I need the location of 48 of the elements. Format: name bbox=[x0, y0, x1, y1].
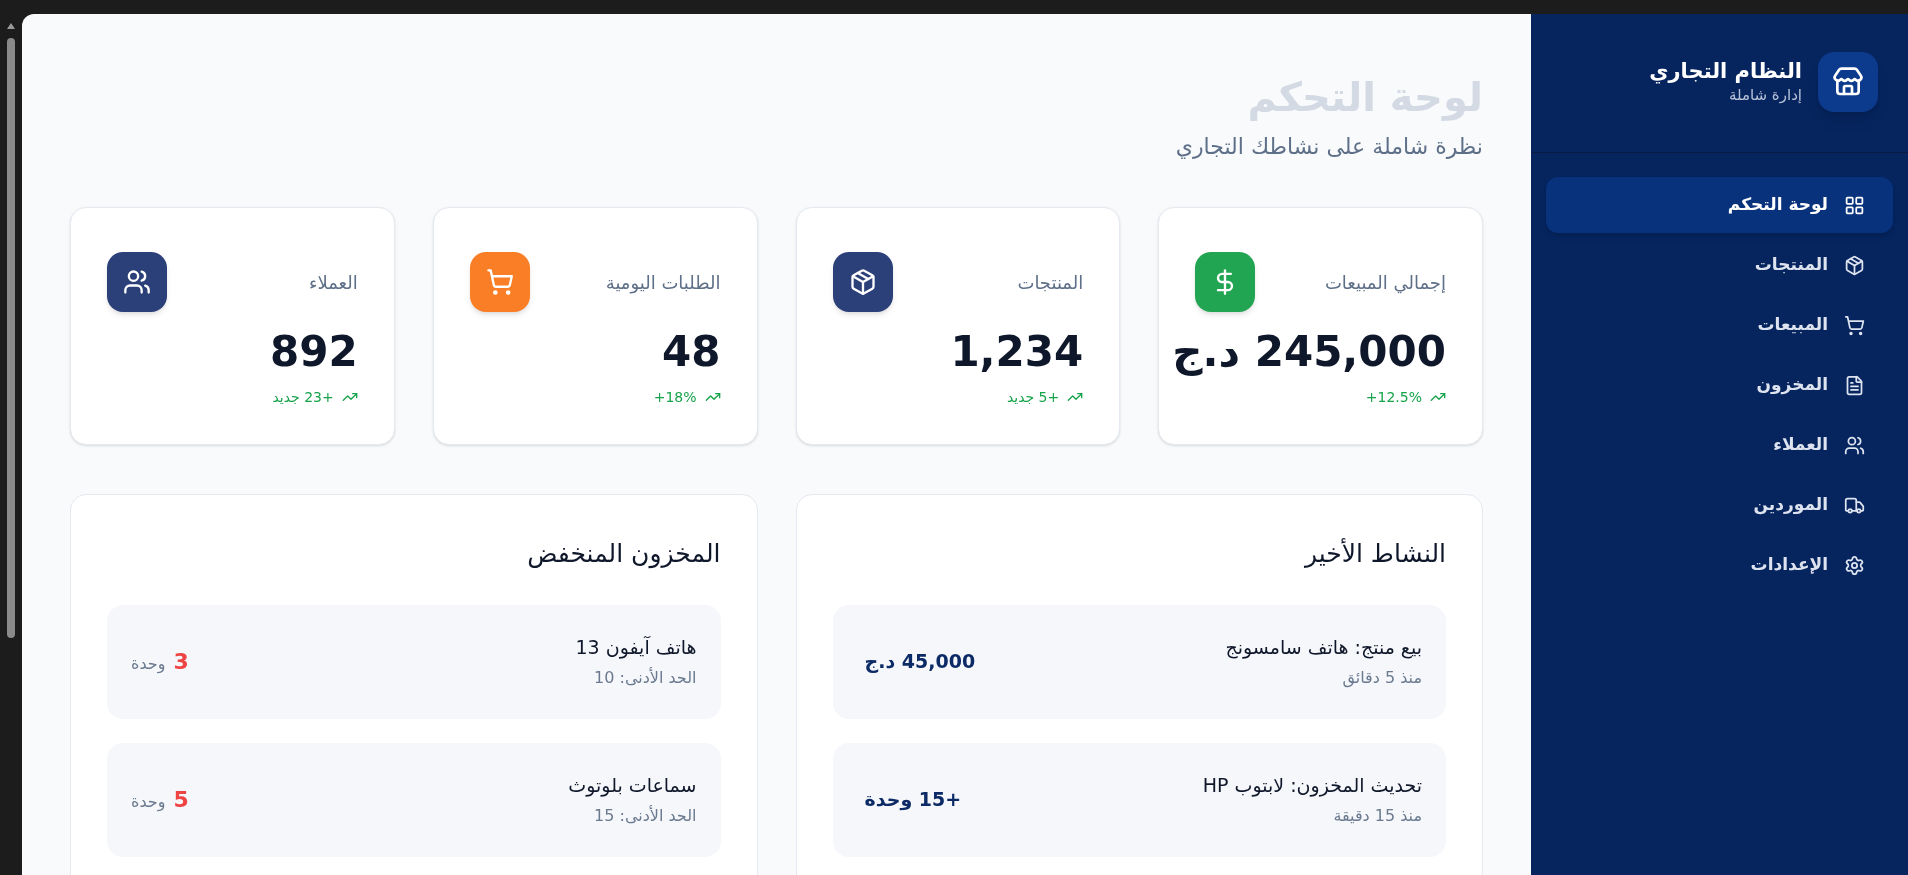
app-subtitle: إدارة شاملة bbox=[1727, 84, 1802, 106]
nav-item[interactable]: الموردين bbox=[1546, 477, 1893, 533]
activity-time: منذ 15 دقيقة bbox=[1332, 804, 1422, 827]
minimum-stock: الحد الأدنى: 15 bbox=[593, 804, 697, 827]
panel-title: النشاط الأخير bbox=[1304, 537, 1446, 570]
nav-item[interactable]: المبيعات bbox=[1546, 297, 1893, 353]
stat-trend: 18%+ bbox=[653, 387, 697, 407]
product-name: سماعات بلوتوث bbox=[568, 773, 697, 799]
nav-item[interactable]: لوحة التحكم bbox=[1546, 177, 1893, 233]
activity-amount: +15 وحدة bbox=[864, 787, 962, 813]
stat-trend: +5 جديد bbox=[1006, 387, 1060, 407]
panel-title: المخزون المنخفض bbox=[527, 538, 721, 571]
stock-quantity: 3 bbox=[173, 648, 189, 676]
stat-label: الطلبات اليومية bbox=[605, 270, 721, 296]
stat-label: إجمالي المبيعات bbox=[1324, 270, 1446, 296]
product-name: هاتف آيفون 13 bbox=[575, 635, 697, 661]
box-icon bbox=[848, 268, 877, 296]
users-icon bbox=[1844, 434, 1865, 456]
stat-trend: 12.5%+ bbox=[1365, 387, 1422, 407]
stat-trend: +23 جديد bbox=[272, 387, 334, 407]
cart-icon bbox=[485, 268, 514, 296]
stock-unit: وحدة bbox=[131, 791, 166, 814]
stat-label: العملاء bbox=[308, 270, 358, 295]
document-icon bbox=[1844, 374, 1865, 396]
app-title: النظام التجاري bbox=[1649, 57, 1802, 84]
activity-amount: 45,000 د.ج bbox=[864, 649, 976, 675]
stat-value: 48 bbox=[662, 326, 721, 378]
stock-unit: وحدة bbox=[131, 653, 166, 676]
nav-item[interactable]: المنتجات bbox=[1546, 237, 1893, 293]
settings-icon bbox=[1844, 554, 1865, 576]
minimum-stock: الحد الأدنى: 10 bbox=[593, 666, 697, 689]
store-icon bbox=[1832, 66, 1864, 98]
stat-value: 892 bbox=[270, 326, 358, 378]
cart-icon bbox=[1844, 314, 1865, 336]
stat-value: 1,234 bbox=[950, 326, 1084, 378]
nav-item[interactable]: المخزون bbox=[1546, 357, 1893, 413]
users-icon bbox=[123, 268, 151, 296]
grid-icon bbox=[1844, 194, 1865, 216]
activity-title: تحديث المخزون: لابتوب HP bbox=[1202, 773, 1422, 799]
nav-item[interactable]: العملاء bbox=[1546, 417, 1893, 473]
stat-value: 245,000 د.ج bbox=[1172, 326, 1446, 378]
activity-time: منذ 5 دقائق bbox=[1341, 666, 1422, 690]
stock-quantity: 5 bbox=[173, 786, 189, 814]
nav-item[interactable]: الإعدادات bbox=[1546, 537, 1893, 593]
page-subtitle: نظرة شاملة على نشاطك التجاري bbox=[1175, 133, 1483, 161]
box-icon bbox=[1844, 254, 1865, 276]
stat-label: المنتجات bbox=[1017, 270, 1084, 295]
activity-title: بيع منتج: هاتف سامسونج bbox=[1225, 635, 1422, 661]
